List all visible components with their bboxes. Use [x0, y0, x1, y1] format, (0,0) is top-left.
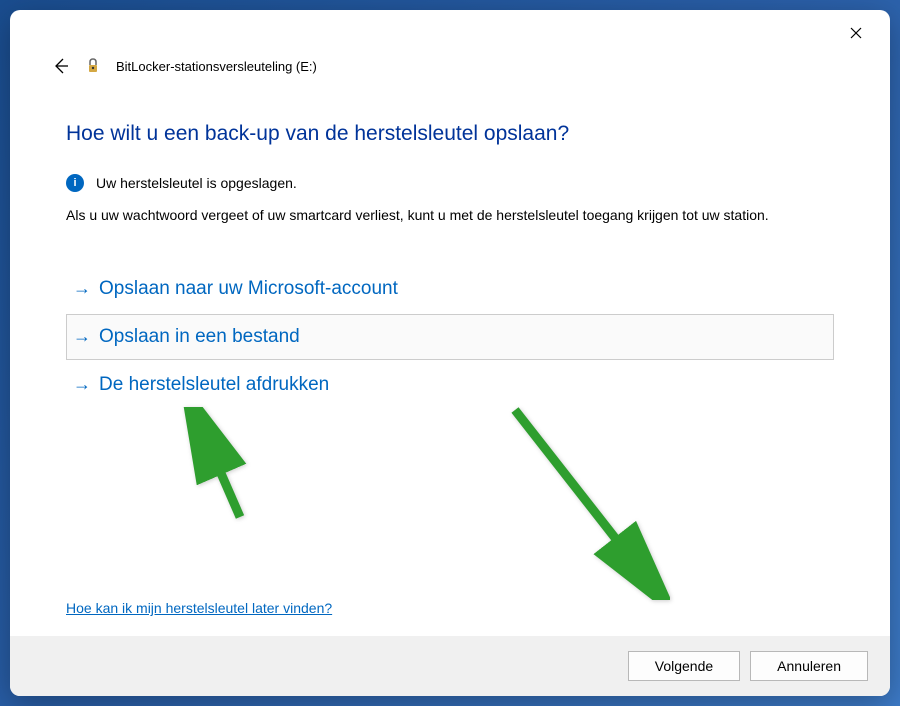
description-text: Als u uw wachtwoord vergeet of uw smartc… [66, 206, 834, 226]
dialog-footer: Volgende Annuleren [10, 636, 890, 696]
arrow-right-icon: → [73, 278, 91, 299]
help-link[interactable]: Hoe kan ik mijn herstelsleutel later vin… [66, 600, 332, 616]
dialog-content: Hoe wilt u een back-up van de herstelsle… [10, 82, 890, 636]
close-icon [850, 27, 862, 39]
annotation-arrow-up [180, 407, 260, 532]
option-microsoft-account[interactable]: → Opslaan naar uw Microsoft-account [66, 266, 834, 312]
option-label: De herstelsleutel afdrukken [99, 374, 329, 396]
option-print[interactable]: → De herstelsleutel afdrukken [66, 362, 834, 408]
page-heading: Hoe wilt u een back-up van de herstelsle… [66, 122, 834, 146]
back-button[interactable] [50, 56, 70, 76]
close-button[interactable] [834, 18, 878, 48]
backup-options-list: → Opslaan naar uw Microsoft-account → Op… [66, 266, 834, 410]
titlebar [10, 10, 890, 50]
info-message: i Uw herstelsleutel is opgeslagen. [66, 174, 834, 192]
next-button[interactable]: Volgende [628, 651, 740, 681]
bitlocker-dialog: BitLocker-stationsversleuteling (E:) Hoe… [10, 10, 890, 696]
option-label: Opslaan in een bestand [99, 326, 300, 348]
option-label: Opslaan naar uw Microsoft-account [99, 278, 398, 300]
arrow-right-icon: → [73, 374, 91, 395]
info-icon: i [66, 174, 84, 192]
annotation-arrow-down [500, 400, 670, 605]
arrow-right-icon: → [73, 326, 91, 347]
back-arrow-icon [51, 57, 69, 75]
app-title: BitLocker-stationsversleuteling (E:) [116, 59, 317, 74]
info-text: Uw herstelsleutel is opgeslagen. [96, 175, 297, 191]
option-save-to-file[interactable]: → Opslaan in een bestand [66, 314, 834, 360]
bitlocker-icon [84, 57, 102, 75]
dialog-header: BitLocker-stationsversleuteling (E:) [10, 50, 890, 82]
cancel-button[interactable]: Annuleren [750, 651, 868, 681]
